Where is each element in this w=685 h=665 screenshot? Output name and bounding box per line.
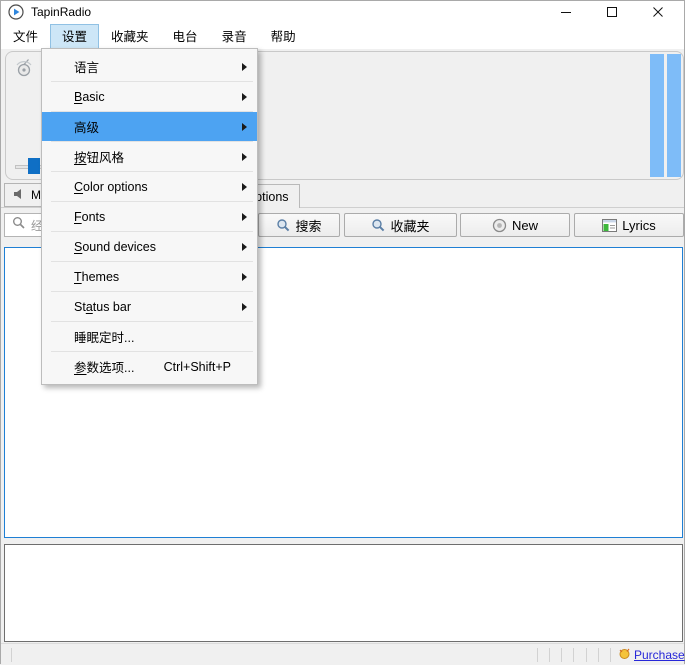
menu-item[interactable]: 睡眠定时... [42,322,257,351]
menubar-item[interactable]: 设置 [50,24,99,49]
vu-meter-left [650,54,664,177]
statusbar-divider [586,648,587,662]
close-button[interactable] [635,1,681,23]
speaker-icon [13,187,27,204]
submenu-arrow-icon [242,153,247,161]
statusbar-divider [610,648,611,662]
search-icon [12,216,25,234]
menubar: 文件设置收藏夹电台录音帮助 [1,23,684,49]
statusbar-divider [598,648,599,662]
record-icon [492,218,507,233]
menu-item-shortcut: Ctrl+Shift+P [164,360,231,374]
submenu-arrow-icon [242,273,247,281]
lyrics-icon [602,219,617,232]
purchase-link[interactable]: Purchase [618,647,685,663]
submenu-arrow-icon [242,183,247,191]
statusbar-divider [549,648,550,662]
toolbar-button[interactable]: 收藏夹 [344,213,457,237]
details-area[interactable] [4,544,683,642]
submenu-arrow-icon [242,303,247,311]
menu-item[interactable]: Status bar [42,292,257,321]
toolbar-button-label: 收藏夹 [390,216,429,235]
menu-item[interactable]: Themes [42,262,257,291]
maximize-button[interactable] [589,1,635,23]
submenu-arrow-icon [242,63,247,71]
menu-item[interactable]: Basic [42,82,257,111]
vu-meter-right [667,54,681,177]
menu-item[interactable]: 高级 [42,112,257,141]
radio-icon [13,57,35,79]
menubar-item[interactable]: 帮助 [259,24,308,49]
purchase-icon [618,647,631,663]
app-logo-icon [8,4,24,20]
menu-item[interactable]: Fonts [42,202,257,231]
menu-item[interactable]: Color options [42,172,257,201]
window-title: TapinRadio [31,1,91,23]
purchase-link-label: Purchase [634,648,685,662]
statusbar-divider [573,648,574,662]
menubar-item[interactable]: 收藏夹 [99,24,161,49]
statusbar-divider [11,648,12,662]
statusbar-divider [561,648,562,662]
menubar-item[interactable]: 录音 [210,24,259,49]
toolbar-button[interactable]: 搜索 [258,213,340,237]
toolbar-button[interactable]: Lyrics [574,213,684,237]
menubar-item[interactable]: 电台 [161,24,210,49]
menu-item[interactable]: 语言 [42,52,257,81]
status-bar: Purchase [1,643,684,665]
submenu-arrow-icon [242,213,247,221]
minimize-button[interactable] [543,1,589,23]
menu-item[interactable]: 参数选项...Ctrl+Shift+P [42,352,257,381]
statusbar-divider [537,648,538,662]
toolbar-button-label: 搜索 [295,216,321,235]
toolbar-button-label: New [512,218,538,233]
search-icon [276,218,290,232]
menu-item[interactable]: 按钮风格 [42,142,257,171]
app-window: TapinRadio 文件设置收藏夹电台录音帮助 [0,0,685,664]
settings-menu: 语言Basic高级按钮风格Color optionsFontsSound dev… [41,48,258,385]
submenu-arrow-icon [242,123,247,131]
search-icon [371,218,385,232]
menubar-item[interactable]: 文件 [1,24,50,49]
toolbar-button[interactable]: New [460,213,570,237]
menu-item[interactable]: Sound devices [42,232,257,261]
submenu-arrow-icon [242,93,247,101]
volume-slider-thumb[interactable] [28,158,40,174]
toolbar-button-label: Lyrics [622,218,655,233]
title-bar: TapinRadio [1,1,684,23]
submenu-arrow-icon [242,243,247,251]
